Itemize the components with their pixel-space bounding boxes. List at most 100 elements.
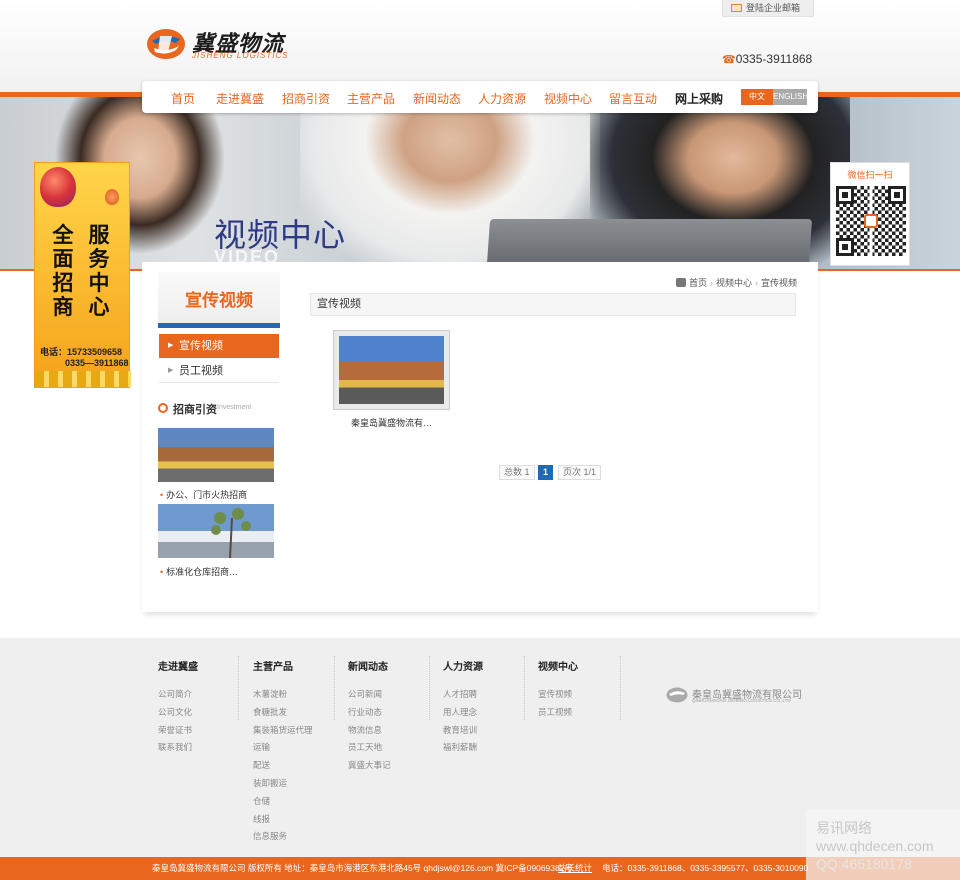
- investment-thumb-warehouse[interactable]: [158, 504, 274, 558]
- qr-finder-icon: [888, 186, 906, 204]
- footer-column-news: 新闻动态 公司新闻 行业动态 物流信息 员工天地 冀盛大事记: [348, 658, 391, 775]
- footer-link[interactable]: 行业动态: [348, 704, 391, 722]
- footer-link[interactable]: 公司简介: [158, 686, 198, 704]
- footer-link[interactable]: 员工天地: [348, 739, 391, 757]
- ad-text-column-2: 服 务 中 心: [87, 223, 111, 319]
- footer-link[interactable]: 教育培训: [443, 722, 483, 740]
- footer-link[interactable]: 员工视频: [538, 704, 578, 722]
- footer-link[interactable]: 装卸搬运: [253, 775, 313, 793]
- nav-item-home[interactable]: 首页: [171, 90, 195, 107]
- footer-link[interactable]: 宣传视频: [538, 686, 578, 704]
- watermark-line-1: 易讯网络: [816, 820, 872, 836]
- banner: 视频中心 VIDEO: [0, 97, 960, 271]
- footer-column-hr: 人力资源 人才招聘 用人理念 教育培训 福利薪酬: [443, 658, 483, 757]
- investment-caption-office[interactable]: • 办公、门市火热招商: [160, 488, 247, 501]
- ad-char: 商: [52, 295, 74, 319]
- footer-column-title[interactable]: 走进冀盛: [158, 658, 198, 673]
- footer-link[interactable]: 联系我们: [158, 739, 198, 757]
- footer-column-about: 走进冀盛 公司简介 公司文化 荣誉证书 联系我们: [158, 658, 198, 757]
- footer-link[interactable]: 信息服务: [253, 828, 313, 846]
- enterprise-mail-link[interactable]: 登陆企业邮箱: [722, 0, 814, 17]
- footer-link[interactable]: 木薯淀粉: [253, 686, 313, 704]
- footer-logo: 秦皇岛冀盛物流有限公司 QINHUANGDAO JISHENG LOGISTIC…: [666, 686, 806, 708]
- nav-item-video[interactable]: 视频中心: [544, 90, 592, 107]
- footer-column-title[interactable]: 人力资源: [443, 658, 483, 673]
- footer-link[interactable]: 用人理念: [443, 704, 483, 722]
- lang-english-button[interactable]: ENGLISH: [773, 89, 808, 105]
- sidebar-item-promo-video[interactable]: ▶ 宣传视频: [159, 334, 279, 358]
- footer-link[interactable]: 人才招聘: [443, 686, 483, 704]
- ad-char: 心: [88, 295, 110, 319]
- lang-chinese-button[interactable]: 中文: [741, 89, 773, 105]
- footer-link[interactable]: 配送: [253, 757, 313, 775]
- breadcrumb-home[interactable]: 首页: [689, 278, 707, 288]
- breadcrumb-separator: ›: [710, 278, 714, 288]
- video-thumbnail[interactable]: [333, 330, 450, 410]
- footer-column-video: 视频中心 宣传视频 员工视频: [538, 658, 578, 722]
- watermark-line-3: QQ:465180178: [816, 856, 912, 872]
- ad-char: 全: [52, 223, 74, 247]
- footer-divider: [334, 656, 335, 720]
- footer-column-title[interactable]: 主营产品: [253, 658, 313, 673]
- footer-link[interactable]: 仓储: [253, 793, 313, 811]
- mail-link-label: 登陆企业邮箱: [746, 3, 801, 13]
- video-caption[interactable]: 秦皇岛冀盛物流有…: [333, 416, 450, 429]
- investment-service-ad[interactable]: 全 面 招 商 服 务 中 心 电话：15733509658 0335—3911…: [34, 162, 131, 388]
- footer-link[interactable]: 公司文化: [158, 704, 198, 722]
- footer-logo-mark-icon: [666, 687, 688, 703]
- breadcrumb: 首页 › 视频中心 › 宣传视频: [676, 276, 797, 289]
- ad-phone-line-1: 电话：15733509658: [40, 347, 123, 357]
- qr-title: 微信扫一扫: [847, 170, 893, 180]
- main-nav: 首页 走进冀盛 招商引资 主营产品 新闻动态 人力资源 视频中心 留言互动 网上…: [142, 81, 818, 113]
- footer-divider: [238, 656, 239, 720]
- qr-code-image: [836, 186, 906, 256]
- copyright-text: 秦皇岛冀盛物流有限公司 版权所有 地址：秦皇岛市海港区东港北路45号 qhdjs…: [152, 863, 573, 873]
- footer-link[interactable]: 荣誉证书: [158, 722, 198, 740]
- sidebar-item-staff-video[interactable]: ▶ 员工视频: [159, 359, 279, 383]
- footer-link[interactable]: 食糖批发: [253, 704, 313, 722]
- ad-text-column-1: 全 面 招 商: [51, 223, 75, 319]
- nav-item-about[interactable]: 走进冀盛: [216, 90, 264, 107]
- qr-finder-icon: [836, 238, 854, 256]
- nav-item-messages[interactable]: 留言互动: [609, 90, 657, 107]
- breadcrumb-separator: ›: [755, 278, 759, 288]
- footer-divider: [524, 656, 525, 720]
- logo-english-name: JISHENG LOGISTICS: [192, 51, 289, 60]
- wechat-qr-box: 微信扫一扫: [830, 162, 910, 266]
- footer-divider: [429, 656, 430, 720]
- footer-link[interactable]: 集装箱货运代理: [253, 722, 313, 740]
- site-stats-link[interactable]: 站长统计: [558, 857, 592, 880]
- footer-link[interactable]: 运输: [253, 739, 313, 757]
- footer-link[interactable]: 公司新闻: [348, 686, 391, 704]
- investment-caption-warehouse[interactable]: • 标准化仓库招商…: [160, 565, 238, 578]
- balloon-icon: [40, 167, 76, 207]
- footer-link[interactable]: 物流信息: [348, 722, 391, 740]
- nav-item-purchase[interactable]: 网上采购: [675, 90, 723, 107]
- section-title: 宣传视频: [158, 272, 280, 328]
- footer-link[interactable]: 线报: [253, 811, 313, 829]
- footer-link[interactable]: 冀盛大事记: [348, 757, 391, 775]
- pager-current-page[interactable]: 1: [538, 465, 554, 480]
- investment-thumb-office[interactable]: [158, 428, 274, 482]
- circle-bullet-icon: [158, 403, 168, 413]
- header-phone: ☎0335-3911868: [722, 52, 812, 66]
- footer-column-title[interactable]: 视频中心: [538, 658, 578, 673]
- nav-item-hr[interactable]: 人力资源: [478, 90, 526, 107]
- ad-char: 面: [52, 247, 74, 271]
- breadcrumb-video[interactable]: 视频中心: [716, 278, 752, 288]
- arrow-right-icon: ▶: [168, 342, 174, 349]
- breadcrumb-current[interactable]: 宣传视频: [761, 278, 797, 288]
- thumb-caption-text: 办公、门市火热招商: [166, 490, 248, 500]
- footer-column-title[interactable]: 新闻动态: [348, 658, 391, 673]
- gold-coins-decoration: [35, 371, 131, 387]
- nav-item-products[interactable]: 主营产品: [347, 90, 395, 107]
- nav-item-investment[interactable]: 招商引资: [282, 90, 330, 107]
- nav-item-news[interactable]: 新闻动态: [413, 90, 461, 107]
- company-logo[interactable]: 冀盛物流 JISHENG LOGISTICS: [146, 26, 296, 64]
- sidebar-item-label: 员工视频: [179, 365, 223, 377]
- footer-link[interactable]: 福利薪酬: [443, 739, 483, 757]
- ad-char: 中: [88, 271, 110, 295]
- thumb-caption-text: 标准化仓库招商…: [166, 567, 239, 577]
- qr-finder-icon: [836, 186, 854, 204]
- footer-divider: [620, 656, 621, 720]
